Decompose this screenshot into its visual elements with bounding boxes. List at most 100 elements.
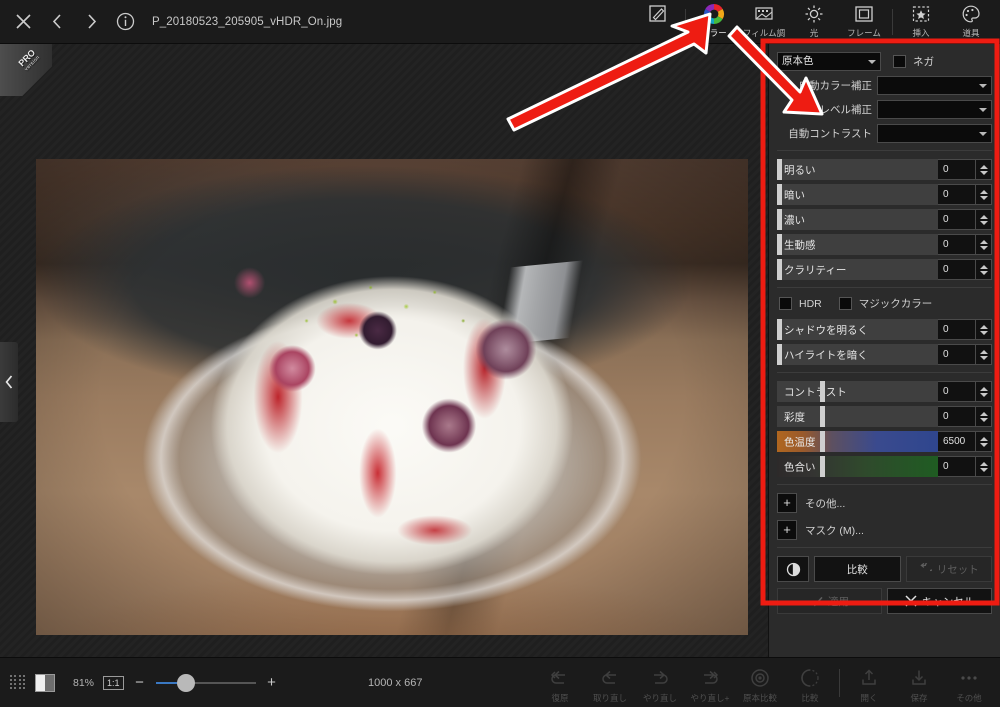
next-image-button[interactable] [74, 5, 108, 39]
save-button[interactable]: 保存 [894, 662, 944, 707]
cancel-button[interactable]: キャンセル [887, 588, 992, 614]
slider-value-input[interactable]: 0 [938, 381, 976, 402]
slider-spinner[interactable] [976, 159, 992, 180]
slider-value-input[interactable]: 0 [938, 259, 976, 280]
more-button[interactable]: その他 [944, 662, 994, 707]
tool-color[interactable]: カラー [689, 0, 739, 44]
slider-value-input[interactable]: 0 [938, 319, 976, 340]
slider-thumb[interactable] [777, 159, 782, 180]
slider-spinner[interactable] [976, 431, 992, 452]
spinner-up-icon[interactable] [979, 349, 988, 354]
zoom-out-button[interactable]: − [133, 674, 147, 691]
slider-track-ハイライトを暗く[interactable]: ハイライトを暗く [777, 344, 938, 365]
slider-value-input[interactable]: 0 [938, 234, 976, 255]
slider-track-彩度[interactable]: 彩度 [777, 406, 938, 427]
slider-thumb[interactable] [777, 259, 782, 280]
slider-value-input[interactable]: 0 [938, 184, 976, 205]
spinner-down-icon[interactable] [979, 170, 988, 175]
slider-value-input[interactable]: 0 [938, 344, 976, 365]
spinner-down-icon[interactable] [979, 467, 988, 472]
slider-spinner[interactable] [976, 209, 992, 230]
slider-track-シャドウを明るく[interactable]: シャドウを明るく [777, 319, 938, 340]
spinner-up-icon[interactable] [979, 164, 988, 169]
plus-icon[interactable]: + [777, 520, 797, 540]
spinner-up-icon[interactable] [979, 324, 988, 329]
spinner-up-icon[interactable] [979, 411, 988, 416]
tool-edit[interactable] [632, 0, 682, 44]
preset-dropdown[interactable]: 原本色 [777, 52, 881, 71]
spinner-down-icon[interactable] [979, 442, 988, 447]
spinner-down-icon[interactable] [979, 330, 988, 335]
spinner-up-icon[interactable] [979, 386, 988, 391]
slider-thumb[interactable] [777, 319, 782, 340]
spinner-down-icon[interactable] [979, 417, 988, 422]
spinner-up-icon[interactable] [979, 214, 988, 219]
zoom-slider[interactable] [155, 673, 256, 692]
slider-thumb[interactable] [777, 344, 782, 365]
slider-spinner[interactable] [976, 184, 992, 205]
tool-frame[interactable]: フレーム [839, 0, 889, 44]
undo-button[interactable]: 取り直し [585, 662, 635, 707]
negative-checkbox[interactable] [893, 55, 906, 68]
auto-color-value[interactable] [877, 76, 992, 95]
slider-spinner[interactable] [976, 344, 992, 365]
slider-spinner[interactable] [976, 319, 992, 340]
slider-thumb[interactable] [820, 406, 826, 427]
slider-value-input[interactable]: 0 [938, 159, 976, 180]
tool-light[interactable]: 光 [789, 0, 839, 44]
slider-spinner[interactable] [976, 456, 992, 477]
auto-contrast-dropdown[interactable] [877, 124, 992, 143]
expander-mask[interactable]: + マスク (M)... [777, 520, 992, 540]
slider-track-暗い[interactable]: 暗い [777, 184, 938, 205]
slider-track-色温度[interactable]: 色温度 [777, 431, 938, 452]
spinner-up-icon[interactable] [979, 239, 988, 244]
slider-track-生動感[interactable]: 生動感 [777, 234, 938, 255]
spinner-down-icon[interactable] [979, 220, 988, 225]
restore-button[interactable]: 復原 [535, 662, 585, 707]
tool-film[interactable]: フィルム調 [739, 0, 789, 44]
slider-spinner[interactable] [976, 406, 992, 427]
slider-thumb[interactable] [820, 381, 826, 402]
spinner-up-icon[interactable] [979, 461, 988, 466]
grid-toggle-icon[interactable] [10, 674, 26, 691]
slider-track-濃い[interactable]: 濃い [777, 209, 938, 230]
preset-value[interactable]: 原本色 [777, 52, 881, 71]
slider-track-色合い[interactable]: 色合い [777, 456, 938, 477]
spinner-down-icon[interactable] [979, 355, 988, 360]
compare-button[interactable]: 比較 [814, 556, 901, 582]
info-button[interactable] [108, 5, 142, 39]
spinner-down-icon[interactable] [979, 270, 988, 275]
spinner-down-icon[interactable] [979, 245, 988, 250]
image-canvas[interactable]: PRO version [0, 44, 768, 697]
tool-tools[interactable]: 道具 [946, 0, 996, 44]
split-view-button[interactable] [777, 556, 809, 582]
apply-button[interactable]: 適用 [777, 588, 882, 614]
open-button[interactable]: 開く [844, 662, 894, 707]
hdr-checkbox[interactable] [779, 297, 792, 310]
slider-value-input[interactable]: 0 [938, 456, 976, 477]
spinner-up-icon[interactable] [979, 436, 988, 441]
slider-thumb[interactable] [777, 184, 782, 205]
background-swatch-toggle[interactable] [35, 673, 55, 692]
expander-other[interactable]: + その他... [777, 493, 992, 513]
close-button[interactable] [6, 5, 40, 39]
redo-all-button[interactable]: やり直し+ [685, 662, 735, 707]
slider-track-コントラスト[interactable]: コントラスト [777, 381, 938, 402]
previous-image-button[interactable] [40, 5, 74, 39]
slider-thumb[interactable] [777, 209, 782, 230]
reset-button[interactable]: リセット [905, 556, 992, 582]
original-compare-button[interactable]: 原本比較 [735, 662, 785, 707]
auto-level-value[interactable] [877, 100, 992, 119]
plus-icon[interactable]: + [777, 493, 797, 513]
spinner-up-icon[interactable] [979, 189, 988, 194]
magic-color-checkbox[interactable] [838, 297, 852, 310]
zoom-slider-thumb[interactable] [176, 673, 195, 692]
slider-spinner[interactable] [976, 259, 992, 280]
zoom-in-button[interactable]: + [265, 674, 279, 691]
slider-track-クラリティー[interactable]: クラリティー [777, 259, 938, 280]
spinner-down-icon[interactable] [979, 195, 988, 200]
slider-spinner[interactable] [976, 381, 992, 402]
edited-photo[interactable] [36, 159, 748, 635]
auto-level-dropdown[interactable] [877, 100, 992, 119]
compare-button-bottom[interactable]: 比較 [785, 662, 835, 707]
